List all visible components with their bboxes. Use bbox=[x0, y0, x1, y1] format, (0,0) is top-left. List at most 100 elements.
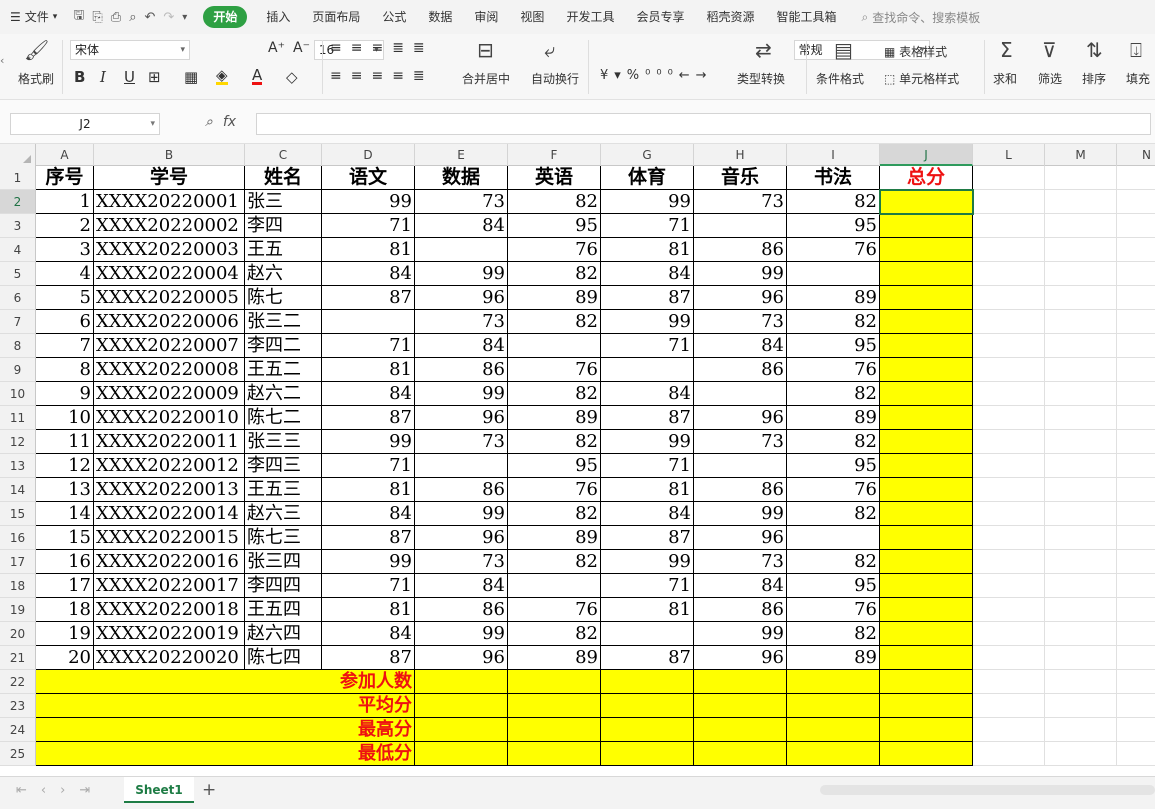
empty-cell[interactable] bbox=[1117, 430, 1155, 454]
fill-effects-icon[interactable]: ▦ bbox=[184, 68, 198, 86]
column-header[interactable]: F bbox=[508, 144, 601, 166]
score-cell[interactable]: 95 bbox=[787, 454, 880, 478]
summary-value-cell[interactable] bbox=[601, 718, 694, 742]
score-cell[interactable]: 76 bbox=[787, 358, 880, 382]
column-title-cell[interactable]: 语文 bbox=[322, 166, 415, 190]
score-cell[interactable] bbox=[508, 334, 601, 358]
score-cell[interactable]: 87 bbox=[601, 646, 694, 670]
empty-cell[interactable] bbox=[1117, 646, 1155, 670]
empty-cell[interactable] bbox=[1045, 166, 1117, 190]
score-cell[interactable]: 82 bbox=[787, 310, 880, 334]
empty-cell[interactable] bbox=[973, 694, 1045, 718]
score-cell[interactable]: 89 bbox=[787, 286, 880, 310]
serial-cell[interactable]: 1 bbox=[36, 190, 94, 214]
summary-label-cell[interactable]: 最低分 bbox=[36, 742, 415, 766]
name-cell[interactable]: 张三三 bbox=[245, 430, 322, 454]
empty-cell[interactable] bbox=[1045, 598, 1117, 622]
score-cell[interactable]: 76 bbox=[787, 238, 880, 262]
row-header[interactable]: 14 bbox=[0, 478, 36, 502]
score-cell[interactable] bbox=[601, 358, 694, 382]
empty-cell[interactable] bbox=[1045, 742, 1117, 766]
score-cell[interactable]: 99 bbox=[322, 190, 415, 214]
column-header[interactable]: B bbox=[94, 144, 245, 166]
empty-cell[interactable] bbox=[1045, 286, 1117, 310]
serial-cell[interactable]: 17 bbox=[36, 574, 94, 598]
empty-cell[interactable] bbox=[1117, 598, 1155, 622]
student-id-cell[interactable]: XXXX20220006 bbox=[94, 310, 245, 334]
merge-center-button[interactable]: 合并居中 bbox=[462, 70, 510, 87]
name-cell[interactable]: 王五二 bbox=[245, 358, 322, 382]
row-header[interactable]: 13 bbox=[0, 454, 36, 478]
score-cell[interactable]: 86 bbox=[415, 598, 508, 622]
summary-value-cell[interactable] bbox=[601, 742, 694, 766]
score-cell[interactable]: 99 bbox=[415, 622, 508, 646]
bold-icon[interactable]: B bbox=[74, 68, 85, 86]
serial-cell[interactable]: 13 bbox=[36, 478, 94, 502]
total-score-cell[interactable] bbox=[880, 382, 973, 406]
serial-cell[interactable]: 6 bbox=[36, 310, 94, 334]
name-cell[interactable]: 王五四 bbox=[245, 598, 322, 622]
empty-cell[interactable] bbox=[1117, 478, 1155, 502]
score-cell[interactable]: 84 bbox=[601, 502, 694, 526]
column-title-cell[interactable]: 音乐 bbox=[694, 166, 787, 190]
student-id-cell[interactable]: XXXX20220011 bbox=[94, 430, 245, 454]
score-cell[interactable]: 89 bbox=[508, 406, 601, 430]
name-cell[interactable]: 陈七二 bbox=[245, 406, 322, 430]
student-id-cell[interactable]: XXXX20220004 bbox=[94, 262, 245, 286]
name-cell[interactable]: 李四二 bbox=[245, 334, 322, 358]
empty-cell[interactable] bbox=[1117, 622, 1155, 646]
summary-value-cell[interactable] bbox=[694, 742, 787, 766]
row-header[interactable]: 6 bbox=[0, 286, 36, 310]
name-cell[interactable]: 赵六四 bbox=[245, 622, 322, 646]
empty-cell[interactable] bbox=[1117, 358, 1155, 382]
empty-cell[interactable] bbox=[973, 286, 1045, 310]
name-cell[interactable]: 李四四 bbox=[245, 574, 322, 598]
score-cell[interactable]: 82 bbox=[787, 382, 880, 406]
empty-cell[interactable] bbox=[1045, 526, 1117, 550]
add-sheet-icon[interactable]: + bbox=[202, 780, 216, 800]
empty-cell[interactable] bbox=[1045, 670, 1117, 694]
score-cell[interactable] bbox=[694, 214, 787, 238]
empty-cell[interactable] bbox=[1045, 454, 1117, 478]
score-cell[interactable]: 76 bbox=[508, 238, 601, 262]
total-score-cell[interactable] bbox=[880, 574, 973, 598]
score-cell[interactable]: 81 bbox=[601, 598, 694, 622]
name-cell[interactable]: 张三 bbox=[245, 190, 322, 214]
empty-cell[interactable] bbox=[973, 166, 1045, 190]
score-cell[interactable]: 86 bbox=[415, 358, 508, 382]
empty-cell[interactable] bbox=[1045, 694, 1117, 718]
number-format-icons[interactable]: ¥▾%⁰⁰⁰←→ bbox=[600, 68, 713, 83]
empty-cell[interactable] bbox=[1117, 214, 1155, 238]
serial-cell[interactable]: 18 bbox=[36, 598, 94, 622]
score-cell[interactable]: 99 bbox=[601, 550, 694, 574]
empty-cell[interactable] bbox=[973, 670, 1045, 694]
column-title-cell[interactable]: 姓名 bbox=[245, 166, 322, 190]
score-cell[interactable]: 81 bbox=[601, 478, 694, 502]
horizontal-scrollbar[interactable] bbox=[820, 785, 1155, 795]
tab-data[interactable]: 数据 bbox=[417, 0, 463, 34]
empty-cell[interactable] bbox=[1117, 454, 1155, 478]
column-header[interactable]: H bbox=[694, 144, 787, 166]
score-cell[interactable]: 81 bbox=[322, 478, 415, 502]
row-header[interactable]: 18 bbox=[0, 574, 36, 598]
row-header[interactable]: 15 bbox=[0, 502, 36, 526]
score-cell[interactable]: 99 bbox=[322, 550, 415, 574]
sum-button[interactable]: 求和 bbox=[993, 70, 1017, 87]
total-score-cell[interactable] bbox=[880, 406, 973, 430]
row-header[interactable]: 10 bbox=[0, 382, 36, 406]
format-painter-icon[interactable]: 🖌 bbox=[24, 38, 49, 62]
score-cell[interactable]: 76 bbox=[787, 478, 880, 502]
summary-label-cell[interactable]: 最高分 bbox=[36, 718, 415, 742]
score-cell[interactable] bbox=[601, 622, 694, 646]
score-cell[interactable]: 96 bbox=[694, 286, 787, 310]
score-cell[interactable]: 86 bbox=[694, 598, 787, 622]
score-cell[interactable]: 84 bbox=[415, 214, 508, 238]
score-cell[interactable]: 82 bbox=[508, 190, 601, 214]
column-header[interactable]: D bbox=[322, 144, 415, 166]
score-cell[interactable]: 84 bbox=[694, 334, 787, 358]
score-cell[interactable]: 82 bbox=[508, 622, 601, 646]
student-id-cell[interactable]: XXXX20220007 bbox=[94, 334, 245, 358]
score-cell[interactable]: 81 bbox=[322, 598, 415, 622]
score-cell[interactable]: 84 bbox=[322, 262, 415, 286]
empty-cell[interactable] bbox=[1045, 190, 1117, 214]
